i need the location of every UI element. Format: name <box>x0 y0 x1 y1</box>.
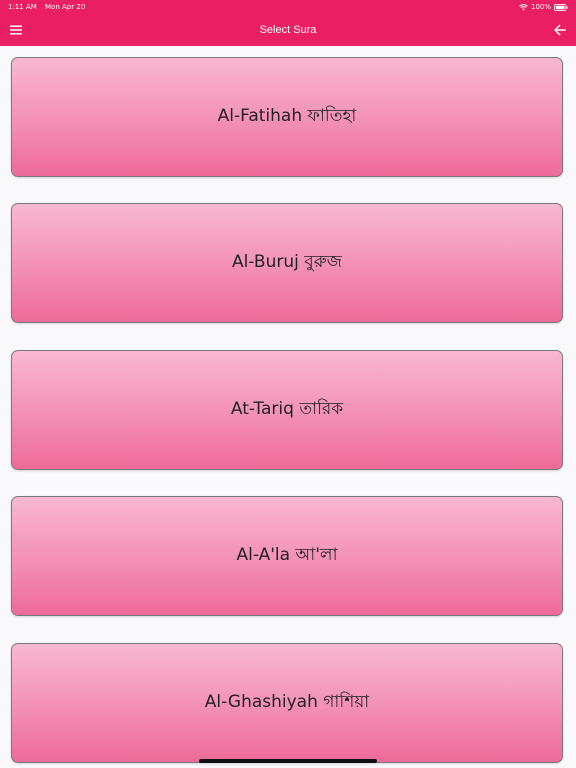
arrow-left-icon <box>554 24 566 36</box>
sura-label: At-Tariq তারিক <box>230 399 344 419</box>
sura-list: Al-Fatihah ফাতিহা Al-Buruj বুরুজ At-Tari… <box>0 46 576 768</box>
status-bar: 1:11 AM Mon Apr 20 100% <box>0 0 576 14</box>
sura-button-al-ghashiyah[interactable]: Al-Ghashiyah গাশিয়া <box>11 643 563 763</box>
sura-button-al-ala[interactable]: Al-A'la আ'লা <box>11 496 563 616</box>
status-date: Mon Apr 20 <box>45 3 86 11</box>
sura-label: Al-A'la আ'লা <box>236 545 338 565</box>
page-title: Select Sura <box>259 24 317 36</box>
sura-label: Al-Fatihah ফাতিহা <box>217 106 357 126</box>
status-time: 1:11 AM <box>8 3 37 11</box>
sura-button-al-buruj[interactable]: Al-Buruj বুরুজ <box>11 203 563 323</box>
app-bar: Select Sura <box>0 14 576 46</box>
wifi-icon <box>519 3 528 10</box>
battery-percent: 100% <box>530 3 551 11</box>
sura-button-al-fatihah[interactable]: Al-Fatihah ফাতিহা <box>11 57 563 177</box>
back-button[interactable] <box>548 18 572 42</box>
home-indicator <box>199 759 377 763</box>
sura-button-at-tariq[interactable]: At-Tariq তারিক <box>11 350 563 470</box>
sura-label: Al-Buruj বুরুজ <box>232 252 342 272</box>
status-right: 100% <box>519 0 568 14</box>
status-left: 1:11 AM Mon Apr 20 <box>8 0 85 14</box>
sura-label: Al-Ghashiyah গাশিয়া <box>204 692 370 712</box>
battery-icon <box>554 3 568 11</box>
app-screen: 1:11 AM Mon Apr 20 100% Select Sura Al-F… <box>0 0 576 768</box>
